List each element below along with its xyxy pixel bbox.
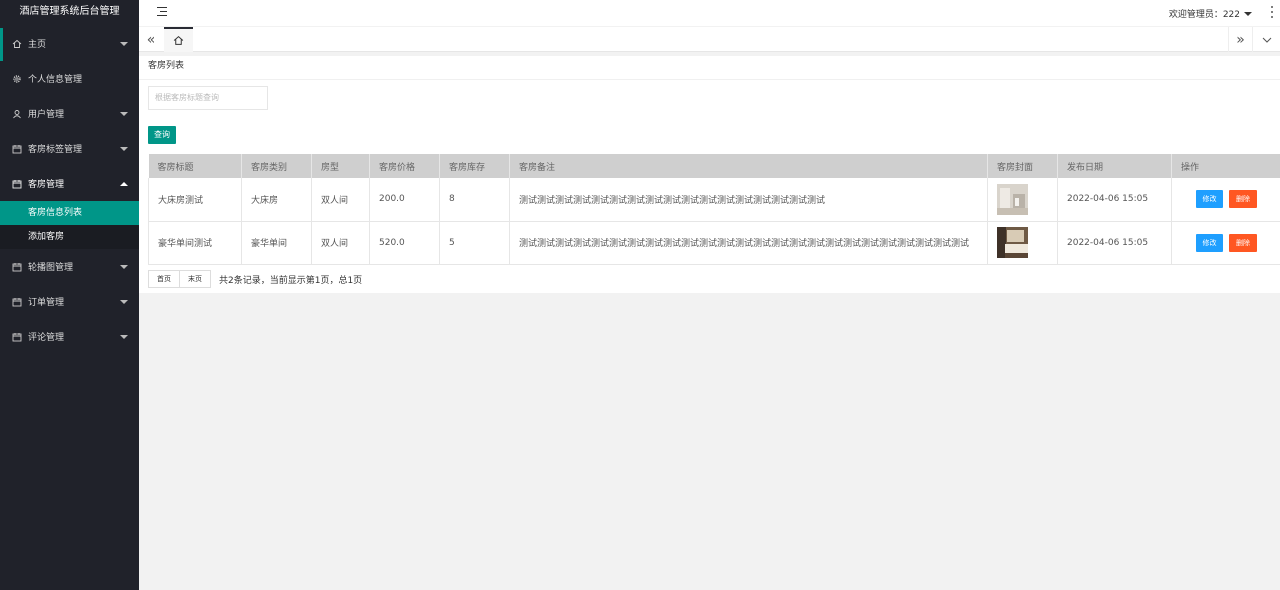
- room-table: 客房标题 客房类别 房型 客房价格 客房库存 客房备注 客房封面 发布日期 操作…: [148, 154, 1280, 265]
- sidebar-item-label: 客房管理: [28, 180, 65, 190]
- chevron-up-icon: [120, 181, 128, 186]
- column-header: 客房类别: [241, 154, 312, 178]
- room-remark-cell: 测试测试测试测试测试测试测试测试测试测试测试测试测试测试测试测试测试: [509, 178, 988, 222]
- column-header: 客房备注: [509, 154, 988, 178]
- room-category-cell: 大床房: [241, 178, 312, 222]
- gear-icon: [12, 74, 22, 84]
- sidebar-item-label: 订单管理: [28, 298, 65, 308]
- search-input[interactable]: 根据客房标题查询: [148, 86, 268, 110]
- top-header: 欢迎管理员：222: [139, 0, 1280, 26]
- admin-label: 欢迎管理员：222: [1168, 10, 1240, 20]
- edit-button[interactable]: 修改: [1196, 233, 1223, 252]
- sidebar-item-profile[interactable]: 个人信息管理: [0, 61, 139, 96]
- sidebar-subitem-room-list[interactable]: 客房信息列表: [0, 201, 139, 225]
- user-icon: [12, 109, 22, 119]
- sidebar-item-orders[interactable]: 订单管理: [0, 284, 139, 319]
- column-header: 客房封面: [987, 154, 1058, 178]
- room-price-cell: 200.0: [369, 178, 440, 222]
- room-date-cell: 2022-04-06 15:05: [1057, 221, 1172, 265]
- room-cover-image: [997, 183, 1028, 215]
- pagination: 首页 末页 共2条记录，当前显示第1页，总1页: [148, 270, 362, 288]
- room-type-cell: 双人间: [311, 221, 370, 265]
- chevron-down-icon: [120, 299, 128, 304]
- room-list-card: 客房列表 根据客房标题查询 查询 客房标题 客房类别 房型 客房价格 客房库存 …: [139, 56, 1280, 293]
- table-row: 豪华单间测试 豪华单间 双人间 520.0 5 测试测试测试测试测试测试测试测试…: [148, 221, 1280, 265]
- room-category-cell: 豪华单间: [241, 221, 312, 265]
- chevron-down-icon: [120, 264, 128, 269]
- chevron-down-icon[interactable]: [1252, 27, 1280, 52]
- admin-menu[interactable]: 欢迎管理员：222: [1169, 7, 1252, 20]
- room-stock-cell: 8: [439, 178, 510, 222]
- room-type-cell: 双人间: [311, 178, 370, 222]
- table-header-row: 客房标题 客房类别 房型 客房价格 客房库存 客房备注 客房封面 发布日期 操作: [148, 154, 1280, 178]
- sidebar-item-room-tags[interactable]: 客房标签管理: [0, 131, 139, 166]
- chevron-down-icon: [120, 334, 128, 339]
- sidebar-item-label: 轮播图管理: [28, 263, 74, 273]
- column-header: 客房库存: [439, 154, 510, 178]
- more-vertical-icon[interactable]: [1271, 6, 1274, 18]
- sidebar-item-users[interactable]: 用户管理: [0, 96, 139, 131]
- sidebar-submenu: 客房信息列表 添加客房: [0, 201, 139, 249]
- calendar-icon: [12, 179, 22, 189]
- double-chevron-left-icon[interactable]: «: [139, 27, 163, 52]
- caret-down-icon: [1244, 11, 1252, 16]
- sidebar-item-rooms[interactable]: 客房管理: [0, 166, 139, 201]
- sidebar-item-label: 个人信息管理: [28, 75, 83, 85]
- sidebar-item-label: 客房标签管理: [28, 145, 83, 155]
- room-cover-cell: [987, 178, 1058, 222]
- room-cover-cell: [987, 221, 1058, 265]
- delete-button[interactable]: 删除: [1229, 190, 1257, 209]
- table-row: 大床房测试 大床房 双人间 200.0 8 测试测试测试测试测试测试测试测试测试…: [148, 178, 1280, 222]
- column-header: 发布日期: [1057, 154, 1172, 178]
- calendar-icon: [12, 144, 22, 154]
- calendar-icon: [12, 297, 22, 307]
- home-icon: [12, 39, 22, 49]
- chevron-down-icon: [120, 111, 128, 116]
- menu-toggle-icon[interactable]: [157, 7, 167, 17]
- tab-bar: « »: [139, 27, 1280, 52]
- app-title: 酒店管理系统后台管理: [19, 6, 120, 17]
- column-header: 客房价格: [369, 154, 440, 178]
- page-title: 客房列表: [139, 56, 1280, 80]
- room-title-cell: 大床房测试: [148, 178, 242, 222]
- chevron-down-icon: [120, 41, 128, 46]
- room-price-cell: 520.0: [369, 221, 440, 265]
- sidebar-item-carousel[interactable]: 轮播图管理: [0, 249, 139, 284]
- column-header: 房型: [311, 154, 370, 178]
- column-header: 客房标题: [148, 154, 242, 178]
- query-button[interactable]: 查询: [148, 126, 176, 144]
- room-stock-cell: 5: [439, 221, 510, 265]
- first-page-button[interactable]: 首页: [148, 270, 180, 288]
- room-remark-cell: 测试测试测试测试测试测试测试测试测试测试测试测试测试测试测试测试测试测试测试测试…: [509, 221, 988, 265]
- sidebar-item-home[interactable]: 主页: [0, 26, 139, 61]
- actions-cell: 修改 删除: [1171, 178, 1280, 222]
- sidebar-item-label: 主页: [28, 40, 47, 50]
- home-icon: [173, 35, 184, 45]
- calendar-icon: [12, 332, 22, 342]
- chevron-down-icon: [120, 146, 128, 151]
- column-header: 操作: [1171, 154, 1280, 178]
- sidebar-item-label: 评论管理: [28, 333, 65, 343]
- double-chevron-right-icon[interactable]: »: [1228, 27, 1252, 52]
- room-title-cell: 豪华单间测试: [148, 221, 242, 265]
- last-page-button[interactable]: 末页: [180, 270, 211, 288]
- edit-button[interactable]: 修改: [1196, 190, 1223, 209]
- calendar-icon: [12, 262, 22, 272]
- delete-button[interactable]: 删除: [1229, 233, 1257, 252]
- sidebar-subitem-add-room[interactable]: 添加客房: [0, 225, 139, 249]
- actions-cell: 修改 删除: [1171, 221, 1280, 265]
- room-cover-image: [997, 227, 1028, 258]
- pagination-info: 共2条记录，当前显示第1页，总1页: [219, 275, 363, 286]
- sidebar-item-comments[interactable]: 评论管理: [0, 319, 139, 354]
- sidebar-item-label: 用户管理: [28, 110, 65, 120]
- sidebar: 酒店管理系统后台管理 主页 个人信息管理 用户管理 客房标签管理 客房管理 客房…: [0, 0, 139, 590]
- tab-home[interactable]: [164, 27, 193, 52]
- room-date-cell: 2022-04-06 15:05: [1057, 178, 1172, 222]
